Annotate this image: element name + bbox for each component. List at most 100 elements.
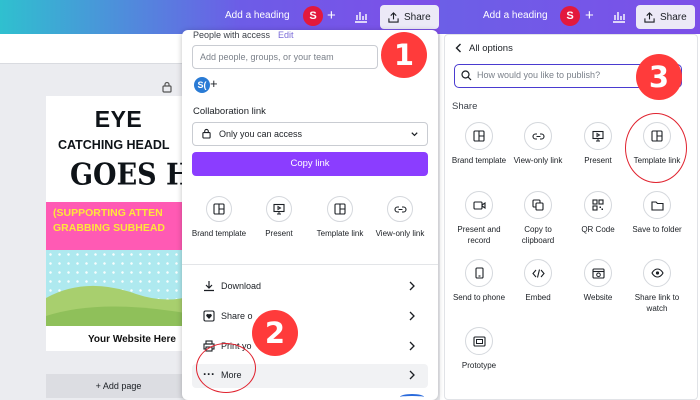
option-label: Website bbox=[583, 293, 613, 302]
brand-template-icon bbox=[465, 122, 493, 150]
row-download[interactable]: Download bbox=[192, 275, 428, 299]
present-and-record-icon bbox=[465, 191, 493, 219]
people-access-label: People with access bbox=[193, 30, 271, 40]
tile-label: Present bbox=[265, 229, 293, 238]
insights-icon[interactable] bbox=[354, 9, 368, 28]
template-link-icon bbox=[327, 196, 353, 222]
option-present-and-record[interactable]: Present and record bbox=[448, 191, 510, 246]
design-website-text: Your Website Here bbox=[88, 334, 176, 345]
website-icon bbox=[584, 259, 612, 287]
step-badge-3: 3 bbox=[636, 54, 682, 100]
add-people-input[interactable]: Add people, groups, or your team bbox=[192, 45, 378, 69]
design-page[interactable]: EYE CATCHING HEADL GOES HER (SUPPORTING … bbox=[46, 96, 191, 351]
option-share-link-to-watch[interactable]: Share link to watch bbox=[626, 259, 688, 314]
editor-subbar bbox=[0, 34, 190, 64]
chevron-right-icon bbox=[409, 370, 415, 380]
qr-code-icon bbox=[584, 191, 612, 219]
tile-view-only-link[interactable]: View-only link bbox=[369, 196, 431, 239]
option-save-to-folder[interactable]: Save to folder bbox=[626, 191, 688, 235]
add-person-icon[interactable]: + bbox=[210, 76, 218, 91]
add-heading-link[interactable]: Add a heading bbox=[483, 10, 548, 21]
all-options-title: All options bbox=[469, 43, 513, 54]
option-label: Copy to clipboard bbox=[521, 225, 555, 245]
option-view-only-link[interactable]: View-only link bbox=[507, 122, 569, 166]
highlight-ring-template-link bbox=[625, 113, 687, 183]
copy-link-button[interactable]: Copy link bbox=[192, 152, 428, 176]
present-icon bbox=[266, 196, 292, 222]
share-button[interactable]: Share bbox=[380, 5, 439, 29]
download-icon bbox=[204, 281, 214, 292]
collaborator-avatar[interactable]: S( bbox=[194, 77, 210, 93]
design-title-line-2: CATCHING HEADL bbox=[58, 138, 170, 152]
option-embed[interactable]: Embed bbox=[507, 259, 569, 303]
option-website[interactable]: Website bbox=[567, 259, 629, 303]
tile-label: Template link bbox=[316, 229, 364, 238]
search-icon bbox=[461, 70, 472, 81]
option-brand-template[interactable]: Brand template bbox=[448, 122, 510, 166]
copy-to-clipboard-icon bbox=[524, 191, 552, 219]
left-top-bar: Add a heading S + Share bbox=[0, 0, 440, 34]
insights-icon[interactable] bbox=[612, 9, 626, 28]
option-label: Prototype bbox=[461, 361, 497, 370]
chevron-right-icon bbox=[409, 341, 415, 351]
option-send-to-phone[interactable]: Send to phone bbox=[448, 259, 510, 303]
option-prototype[interactable]: Prototype bbox=[448, 327, 510, 371]
option-copy-to-clipboard[interactable]: Copy to clipboard bbox=[507, 191, 569, 246]
chevron-right-icon bbox=[409, 281, 415, 291]
option-qr-code[interactable]: QR Code bbox=[567, 191, 629, 235]
heart-icon bbox=[203, 310, 215, 322]
avatar[interactable]: S bbox=[303, 6, 323, 26]
option-label: Save to folder bbox=[632, 225, 682, 234]
step-badge-2: 2 bbox=[252, 310, 298, 356]
option-label: Share link to watch bbox=[634, 293, 680, 313]
design-subheading-line-1: (SUPPORTING ATTEN bbox=[53, 207, 163, 219]
step-badge-1: 1 bbox=[381, 32, 427, 78]
access-value: Only you can access bbox=[219, 129, 303, 139]
row-label: Download bbox=[221, 281, 262, 291]
brand-template-icon bbox=[206, 196, 232, 222]
right-top-bar: Add a heading S + Share bbox=[440, 0, 700, 34]
share-upload-icon bbox=[388, 11, 399, 23]
add-collaborator-icon[interactable]: + bbox=[327, 7, 336, 24]
option-label: Present and record bbox=[457, 225, 501, 245]
share-label: Share bbox=[404, 11, 431, 23]
edit-access-link[interactable]: Edit bbox=[278, 30, 294, 40]
view-only-link-icon bbox=[387, 196, 413, 222]
option-label: View-only link bbox=[513, 156, 563, 165]
highlight-ring-more bbox=[196, 343, 256, 393]
present-icon bbox=[584, 122, 612, 150]
tile-label: View-only link bbox=[375, 229, 425, 238]
design-subheading-line-2: GRABBING SUBHEAD bbox=[53, 222, 166, 234]
access-select[interactable]: Only you can access bbox=[192, 122, 428, 146]
scroll-indicator bbox=[400, 394, 424, 400]
add-collaborator-icon[interactable]: + bbox=[585, 7, 594, 24]
option-label: Brand template bbox=[451, 156, 507, 165]
embed-icon bbox=[524, 259, 552, 287]
tile-present[interactable]: Present bbox=[248, 196, 310, 239]
collaboration-link-label: Collaboration link bbox=[193, 106, 266, 117]
popover-divider bbox=[182, 264, 438, 265]
folder-icon bbox=[643, 191, 671, 219]
search-placeholder: How would you like to publish? bbox=[477, 70, 601, 80]
view-only-link-icon bbox=[524, 122, 552, 150]
option-present[interactable]: Present bbox=[567, 122, 629, 166]
phone-icon bbox=[465, 259, 493, 287]
share-label: Share bbox=[660, 11, 687, 23]
row-label: Share o bbox=[221, 311, 253, 321]
row-share-on[interactable]: Share o bbox=[192, 305, 428, 329]
share-button[interactable]: Share bbox=[636, 5, 695, 29]
chevron-down-icon bbox=[411, 132, 418, 137]
add-page-button[interactable]: + Add page bbox=[46, 374, 191, 398]
option-label: Embed bbox=[525, 293, 551, 302]
avatar[interactable]: S bbox=[560, 6, 580, 26]
tile-template-link[interactable]: Template link bbox=[309, 196, 371, 239]
prototype-icon bbox=[465, 327, 493, 355]
share-upload-icon bbox=[644, 11, 655, 23]
tile-label: Brand template bbox=[191, 229, 247, 238]
option-label: Send to phone bbox=[452, 293, 506, 302]
add-heading-link[interactable]: Add a heading bbox=[225, 10, 290, 21]
design-title-line-1: EYE bbox=[94, 106, 143, 132]
design-title-line-3: GOES HER bbox=[70, 158, 191, 193]
back-arrow-icon[interactable] bbox=[454, 43, 463, 53]
tile-brand-template[interactable]: Brand template bbox=[188, 196, 250, 239]
